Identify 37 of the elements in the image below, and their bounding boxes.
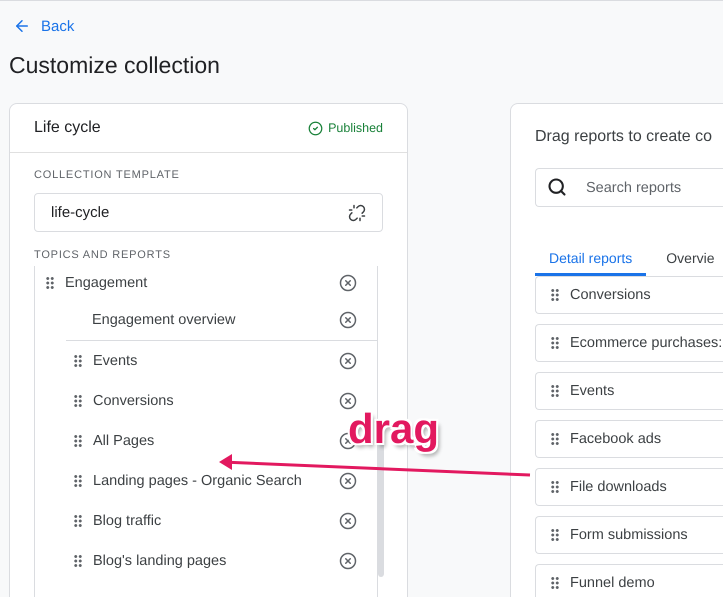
collection-name: Life cycle <box>34 119 101 137</box>
section-label: TOPICS AND REPORTS <box>34 249 172 263</box>
report-item[interactable]: Blog traffic <box>93 513 333 529</box>
check-circle-icon <box>308 120 324 136</box>
remove-icon[interactable] <box>339 311 357 329</box>
remove-icon[interactable] <box>339 472 357 490</box>
report-item[interactable]: Conversions <box>93 393 333 409</box>
search-field[interactable]: Search reports <box>535 168 723 207</box>
remove-icon[interactable] <box>339 552 357 570</box>
page-title: Customize collection <box>9 51 221 80</box>
section-label: COLLECTION TEMPLATE <box>34 169 181 183</box>
report-chip[interactable]: Form submissions <box>535 516 723 554</box>
report-item[interactable]: Events <box>93 353 333 369</box>
report-chip[interactable]: Funnel demo <box>535 564 723 597</box>
remove-icon[interactable] <box>339 352 357 370</box>
search-icon <box>547 177 567 197</box>
report-item[interactable]: Landing pages - Organic Search <box>93 473 333 489</box>
card-heading: Drag reports to create co <box>534 127 713 147</box>
tab[interactable]: Detail reports <box>535 237 646 276</box>
report-item[interactable]: Blog's landing pages <box>93 553 333 569</box>
report-item[interactable]: Engagement overview <box>92 312 333 328</box>
report-item[interactable]: All Pages <box>93 433 333 449</box>
status-label: Published <box>308 120 383 136</box>
report-chip[interactable]: Events <box>535 372 723 410</box>
back-link[interactable]: Back <box>13 15 74 37</box>
topic-item[interactable]: Engagement <box>65 275 333 291</box>
remove-icon[interactable] <box>339 512 357 530</box>
remove-icon[interactable] <box>339 274 357 292</box>
report-chip[interactable]: Facebook ads <box>535 420 723 458</box>
report-chip[interactable]: File downloads <box>535 468 723 506</box>
unlink-icon[interactable] <box>348 204 366 222</box>
report-chip[interactable]: Conversions <box>535 276 723 314</box>
tab[interactable]: Overvie <box>652 237 723 276</box>
remove-icon[interactable] <box>339 392 357 410</box>
report-chip[interactable]: Ecommerce purchases: <box>535 324 723 362</box>
annotation-label: drag <box>348 405 440 453</box>
template-field[interactable]: life-cycle <box>34 193 383 232</box>
